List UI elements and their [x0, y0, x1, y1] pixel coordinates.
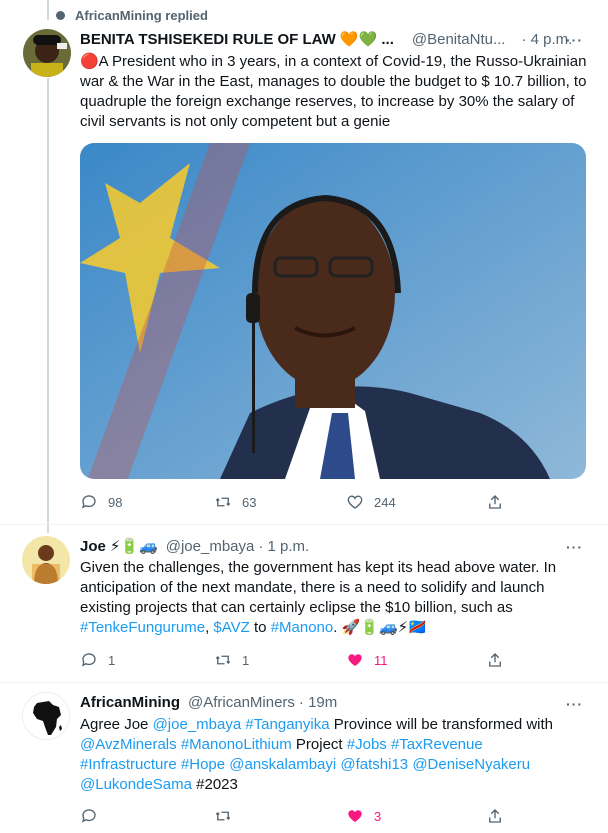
tweet3-mention-lukondesama[interactable]: @LukondeSama	[80, 776, 192, 793]
tweet1-handle[interactable]: @BenitaNtu...	[412, 31, 506, 48]
tweet3-more-button[interactable]: ···	[566, 696, 583, 712]
retweet-icon	[215, 655, 231, 665]
tweet3-reply-button[interactable]	[80, 807, 98, 825]
tweet3-text-project: Project	[295, 736, 343, 753]
tweet2-cashtag-avz[interactable]: $AVZ	[213, 619, 249, 636]
heart-icon	[347, 495, 363, 509]
tweet2-more-button[interactable]: ···	[566, 539, 583, 555]
tweet3-hashtag-manonolithium[interactable]: #ManonoLithium	[181, 736, 292, 753]
retweet-icon	[215, 497, 231, 507]
tweet2-reply-button[interactable]: 1	[80, 651, 115, 669]
tweet2-text: Given the challenges, the government has…	[80, 558, 590, 638]
tweet1-reply-button[interactable]: 98	[80, 493, 122, 511]
tweet2-name-emoji: ⚡🔋🚙	[109, 538, 158, 555]
tweet3-handle[interactable]: @AfricanMiners	[188, 694, 295, 711]
avatar-africanmining[interactable]	[22, 692, 70, 740]
tweet2-like-count: 11	[374, 652, 388, 668]
tweet3-header: AfricanMining @AfricanMiners · 19m	[80, 694, 337, 711]
avatar-joe-image	[22, 536, 70, 584]
tweet1-share-button[interactable]	[486, 493, 504, 511]
tweet3-mention-denisenyakeru[interactable]: @DeniseNyakeru	[412, 756, 530, 773]
share-icon	[489, 809, 501, 823]
reply-icon	[81, 809, 96, 823]
share-icon	[489, 653, 501, 667]
africa-map-icon	[33, 701, 62, 735]
tweet3-author-name[interactable]: AfricanMining	[80, 694, 180, 711]
avatar-benita-image	[23, 29, 71, 77]
tweet3-share-button[interactable]	[486, 807, 504, 825]
tweet1-author-name[interactable]: BENITA TSHISEKEDI RULE OF LAW	[80, 31, 336, 48]
tweet1-name-emoji: 🧡💚 ...	[339, 31, 394, 48]
tweet1-retweet-button[interactable]: 63	[214, 493, 256, 511]
tweet3-hashtag-tanganyika[interactable]: #Tanganyika	[245, 716, 329, 733]
tweet2-sep: ,	[205, 619, 210, 636]
tweet1-like-count: 244	[374, 494, 396, 510]
tweet2-retweet-count: 1	[242, 652, 250, 668]
tweet3-mention-avzminerals[interactable]: @AvzMinerals	[80, 736, 177, 753]
reply-indicator-icon	[56, 11, 65, 20]
reply-icon	[81, 495, 96, 509]
tweet1-time[interactable]: · 4 p.m.	[521, 31, 572, 48]
tweet1-retweet-count: 63	[242, 494, 257, 510]
thread-line-top	[47, 0, 49, 20]
tweet2-like-button[interactable]: 11	[346, 651, 388, 669]
tweet1-media-photo	[80, 143, 586, 479]
tweet2-text-body: Given the challenges, the government has…	[80, 559, 557, 616]
tweet3-hashtag-infrastructure[interactable]: #Infrastructure	[80, 756, 177, 773]
tweet1-reply-count: 98	[108, 494, 123, 510]
tweet2-time[interactable]: · 1 p.m.	[258, 538, 309, 555]
tweet2-share-button[interactable]	[486, 651, 504, 669]
replied-banner-text[interactable]: AfricanMining replied	[75, 8, 208, 23]
tweet1-more-button[interactable]: ···	[566, 32, 583, 48]
tweet2-hashtag-tenkefungurume[interactable]: #TenkeFungurume	[80, 619, 205, 636]
tweet1-like-button[interactable]: 244	[346, 493, 396, 511]
tweet3-text: Agree Joe @joe_mbaya #Tanganyika Provinc…	[80, 715, 580, 795]
tweet1-header: BENITA TSHISEKEDI RULE OF LAW 🧡💚 ... @Be…	[80, 30, 572, 49]
tweet2-hashtag-manono[interactable]: #Manono	[271, 619, 334, 636]
tweet2-header: Joe ⚡🔋🚙 @joe_mbaya · 1 p.m.	[80, 537, 309, 556]
tweet3-mention-joe[interactable]: @joe_mbaya	[153, 716, 242, 733]
tweet2-reply-count: 1	[108, 652, 116, 668]
tweet3-text-province: Province will be transformed with	[333, 716, 554, 733]
heart-filled-icon	[348, 654, 362, 666]
heart-filled-icon	[348, 810, 362, 822]
tweet2-author-name[interactable]: Joe	[80, 538, 106, 555]
divider-1	[0, 524, 608, 525]
tweet2-handle[interactable]: @joe_mbaya	[166, 538, 255, 555]
thread-line-1	[47, 78, 49, 533]
avatar-benita[interactable]	[23, 29, 71, 77]
tweet3-text-agree: Agree Joe	[80, 716, 149, 733]
tweet3-hashtag-hope[interactable]: #Hope	[181, 756, 225, 773]
share-icon	[489, 495, 501, 509]
tweet3-time[interactable]: · 19m	[299, 694, 337, 711]
tweet1-text: 🔴A President who in 3 years, in a contex…	[80, 53, 587, 130]
tweet3-mention-fatshi13[interactable]: @fatshi13	[340, 756, 408, 773]
retweet-icon	[215, 811, 231, 821]
replied-banner: AfricanMining replied	[54, 8, 208, 23]
tweet2-retweet-button[interactable]: 1	[214, 651, 249, 669]
divider-2	[0, 682, 608, 683]
avatar-joe[interactable]	[22, 536, 70, 584]
tweet3-mention-anskalambayi[interactable]: @anskalambayi	[229, 756, 336, 773]
tweet3-like-count: 3	[374, 808, 382, 824]
tweet3-retweet-button[interactable]	[214, 807, 232, 825]
tweet2-word-to: to	[254, 619, 267, 636]
tweet3-like-button[interactable]: 3	[346, 807, 381, 825]
tweet3-text-2023: #2023	[196, 776, 238, 793]
reply-icon	[81, 653, 96, 667]
tweet1-media[interactable]	[80, 143, 586, 479]
tweet3-hashtag-jobs[interactable]: #Jobs	[347, 736, 387, 753]
tweet3-hashtag-taxrevenue[interactable]: #TaxRevenue	[391, 736, 483, 753]
tweet2-trailing: . 🚀🔋🚙⚡🇨🇩	[333, 619, 427, 636]
